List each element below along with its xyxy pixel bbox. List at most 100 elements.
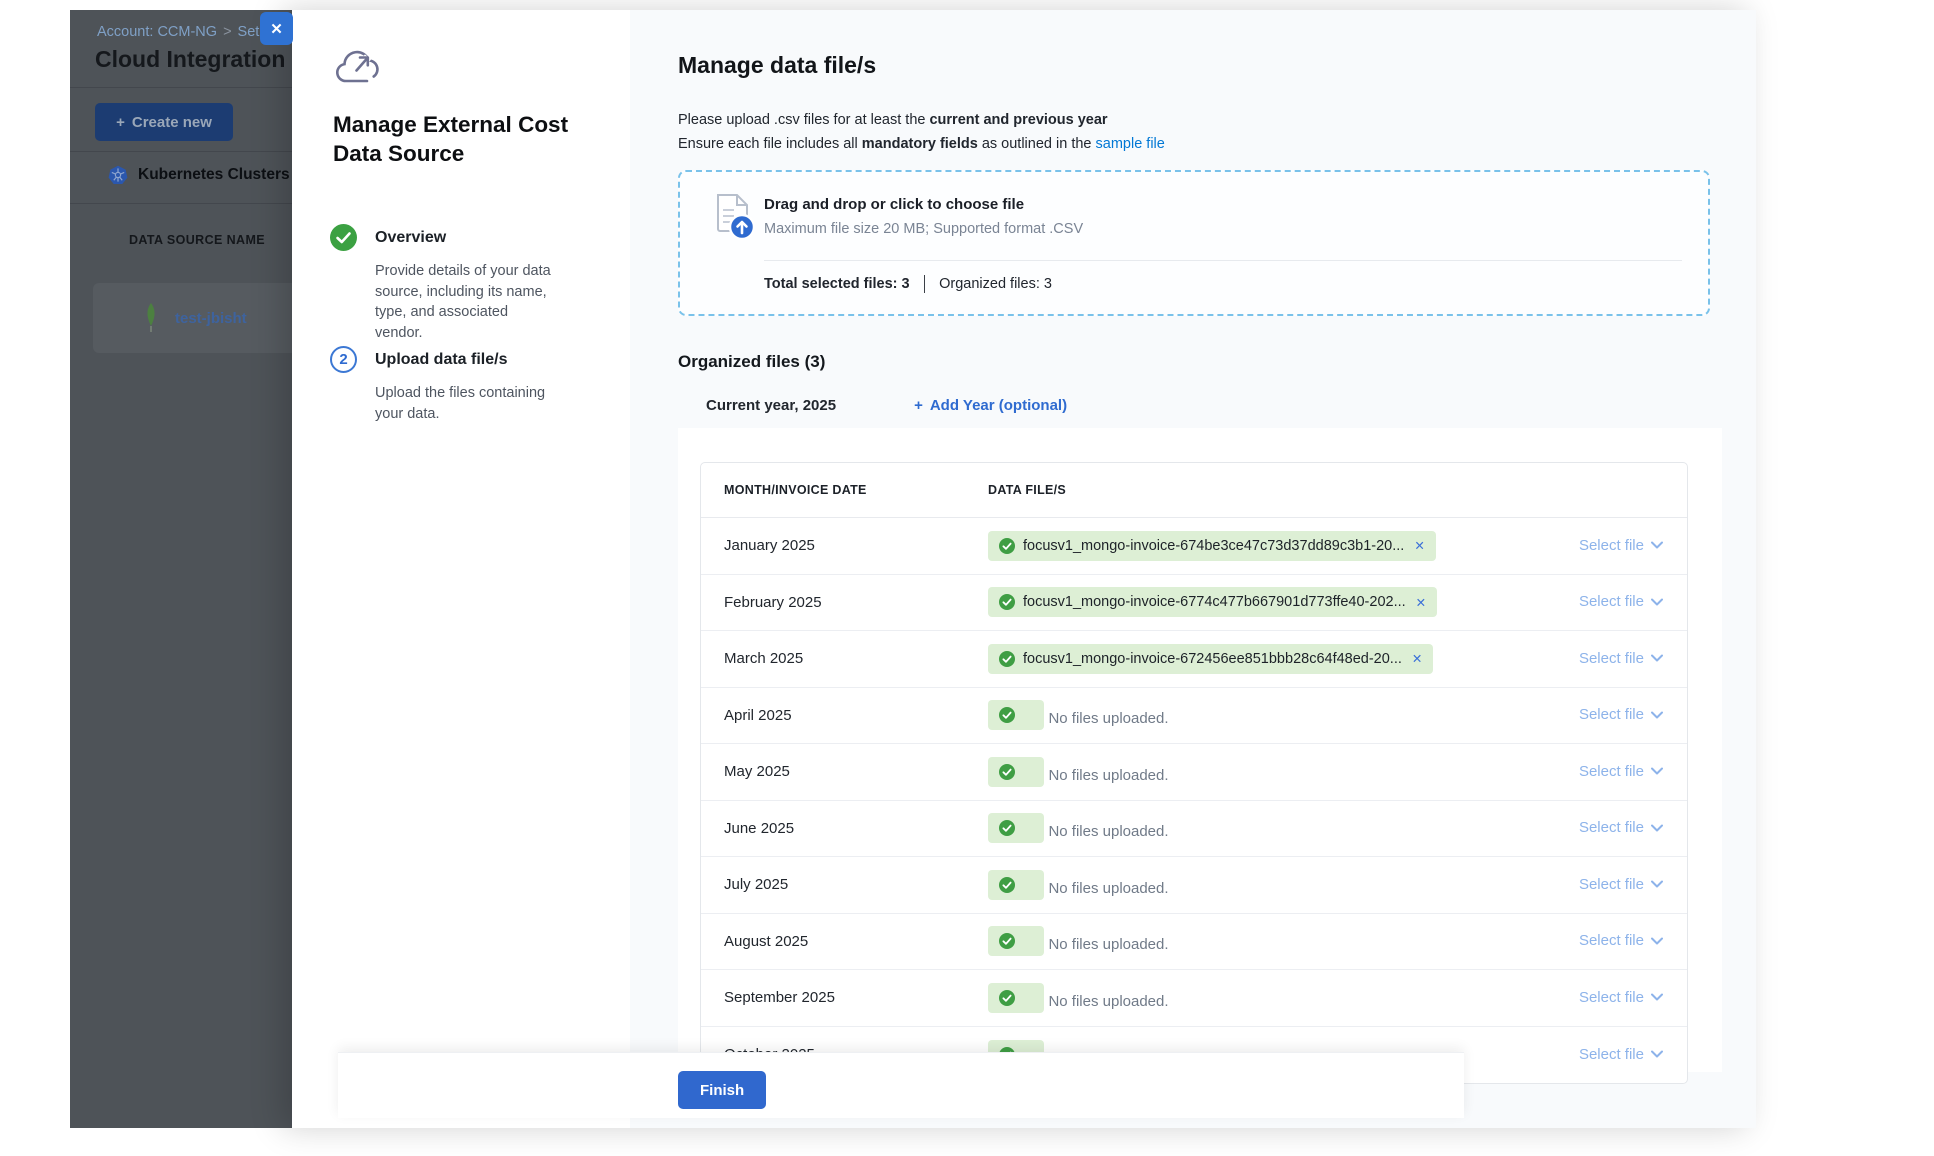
tab-kubernetes-clusters[interactable]: Kubernetes Clusters	[108, 165, 290, 185]
no-files-text: No files uploaded.	[1048, 880, 1168, 897]
finish-button[interactable]: Finish	[678, 1071, 766, 1109]
file-success-check-icon	[999, 877, 1015, 893]
chevron-down-icon	[1651, 598, 1663, 606]
month-label: May 2025	[701, 763, 988, 780]
chevron-down-icon	[1651, 767, 1663, 775]
create-new-button[interactable]: + Create new	[95, 103, 233, 141]
month-label: April 2025	[701, 707, 988, 724]
file-chip	[988, 983, 1044, 1013]
file-success-check-icon	[999, 651, 1015, 667]
close-icon[interactable]: ✕	[260, 12, 293, 45]
sample-file-link[interactable]: sample file	[1096, 136, 1165, 152]
chevron-down-icon	[1651, 654, 1663, 662]
screen: Account: CCM-NG > Set Cloud Integration + …	[0, 0, 1934, 1156]
breadcrumb-section[interactable]: Set	[238, 24, 260, 40]
select-file-dropdown[interactable]: Select file	[1579, 876, 1663, 893]
file-chip: focusv1_mongo-invoice-674be3ce47c73d37dd…	[988, 531, 1436, 561]
page-title: Cloud Integration	[95, 46, 285, 73]
step-description: Upload the files containing your data.	[375, 383, 553, 424]
no-files-text: No files uploaded.	[1048, 993, 1168, 1010]
table-body: January 2025 focusv1_mongo-invoice-674be…	[701, 518, 1687, 1083]
month-label: January 2025	[701, 537, 988, 554]
table-row: September 2025 No files uploaded. Select…	[701, 970, 1687, 1027]
file-chip	[988, 700, 1044, 730]
file-success-check-icon	[999, 538, 1015, 554]
no-files-text: No files uploaded.	[1048, 767, 1168, 784]
step-complete-check-icon	[330, 224, 357, 251]
kubernetes-icon	[108, 165, 128, 185]
total-selected-label: Total selected files:	[764, 276, 898, 292]
file-dropzone[interactable]: Drag and drop or click to choose file Ma…	[678, 170, 1710, 316]
upload-file-icon	[712, 192, 758, 242]
step-description: Provide details of your data source, inc…	[375, 261, 553, 343]
file-chip	[988, 813, 1044, 843]
plus-icon: +	[116, 114, 125, 131]
remove-file-icon[interactable]: ✕	[1416, 595, 1426, 610]
data-source-link[interactable]: test-jbisht	[175, 310, 247, 327]
table-row: February 2025 focusv1_mongo-invoice-6774…	[701, 575, 1687, 632]
select-file-dropdown[interactable]: Select file	[1579, 593, 1663, 610]
tab-panel: MONTH/INVOICE DATE DATA FILE/S January 2…	[678, 428, 1722, 1072]
select-file-dropdown[interactable]: Select file	[1579, 932, 1663, 949]
file-success-check-icon	[999, 990, 1015, 1006]
chevron-down-icon	[1651, 937, 1663, 945]
column-header-data-file: DATA FILE/S	[988, 483, 1541, 497]
table-header-row: MONTH/INVOICE DATE DATA FILE/S	[701, 463, 1687, 518]
panel-title: Manage data file/s	[678, 52, 876, 79]
divider	[70, 203, 292, 204]
file-chip: focusv1_mongo-invoice-6774c477b667901d77…	[988, 587, 1437, 617]
organized-files-label: Organized files:	[939, 276, 1040, 292]
breadcrumb-separator: >	[223, 24, 231, 40]
chevron-down-icon	[1651, 993, 1663, 1001]
external-cost-cloud-icon	[333, 48, 381, 90]
step-upload-data-files[interactable]: 2 Upload data file/s Upload the files co…	[330, 346, 560, 424]
data-source-row[interactable]: test-jbisht	[93, 283, 292, 353]
intro-line-1: Please upload .csv files for at least th…	[678, 110, 1108, 130]
month-label: August 2025	[701, 933, 988, 950]
breadcrumb-account-link[interactable]: Account: CCM-NG	[97, 24, 217, 40]
select-file-dropdown[interactable]: Select file	[1579, 763, 1663, 780]
dropzone-title: Drag and drop or click to choose file	[764, 196, 1024, 213]
organized-files-heading: Organized files (3)	[678, 352, 825, 372]
select-file-dropdown[interactable]: Select file	[1579, 650, 1663, 667]
step-title: Overview	[375, 229, 446, 247]
dropzone-subtitle: Maximum file size 20 MB; Supported forma…	[764, 221, 1083, 237]
table-row: April 2025 No files uploaded. Select fil…	[701, 688, 1687, 745]
file-chip	[988, 870, 1044, 900]
select-file-dropdown[interactable]: Select file	[1579, 706, 1663, 723]
year-tabs: Current year, 2025 + Add Year (optional)	[678, 393, 1067, 431]
file-success-check-icon	[999, 933, 1015, 949]
drawer-footer: Finish	[338, 1052, 1464, 1118]
file-success-check-icon	[999, 707, 1015, 723]
drawer-title: Manage External Cost Data Source	[333, 110, 583, 168]
month-label: September 2025	[701, 989, 988, 1006]
divider	[70, 151, 292, 152]
select-file-dropdown[interactable]: Select file	[1579, 989, 1663, 1006]
file-success-check-icon	[999, 764, 1015, 780]
manage-data-files-panel: Manage data file/s Please upload .csv fi…	[630, 10, 1756, 1128]
organized-files-value: 3	[1044, 276, 1052, 292]
select-file-dropdown[interactable]: Select file	[1579, 1046, 1663, 1063]
chevron-down-icon	[1651, 541, 1663, 549]
total-selected-value: 3	[902, 276, 910, 292]
select-file-dropdown[interactable]: Select file	[1579, 819, 1663, 836]
step-overview[interactable]: Overview Provide details of your data so…	[330, 224, 560, 343]
month-label: March 2025	[701, 650, 988, 667]
remove-file-icon[interactable]: ✕	[1414, 538, 1424, 553]
vertical-divider	[924, 275, 926, 293]
tab-current-year[interactable]: Current year, 2025	[678, 393, 864, 431]
file-success-check-icon	[999, 820, 1015, 836]
file-success-check-icon	[999, 594, 1015, 610]
add-year-button[interactable]: + Add Year (optional)	[914, 393, 1067, 414]
select-file-dropdown[interactable]: Select file	[1579, 537, 1663, 554]
chevron-down-icon	[1651, 1050, 1663, 1058]
column-header-month: MONTH/INVOICE DATE	[701, 483, 988, 497]
no-files-text: No files uploaded.	[1048, 936, 1168, 953]
intro-line-2: Ensure each file includes all mandatory …	[678, 134, 1165, 154]
file-name: focusv1_mongo-invoice-6774c477b667901d77…	[1023, 594, 1406, 610]
step-title: Upload data file/s	[375, 351, 507, 369]
remove-file-icon[interactable]: ✕	[1412, 651, 1422, 666]
breadcrumb: Account: CCM-NG > Set	[97, 24, 259, 40]
table-row: July 2025 No files uploaded. Select file	[701, 857, 1687, 914]
mongodb-leaf-icon	[143, 302, 159, 334]
